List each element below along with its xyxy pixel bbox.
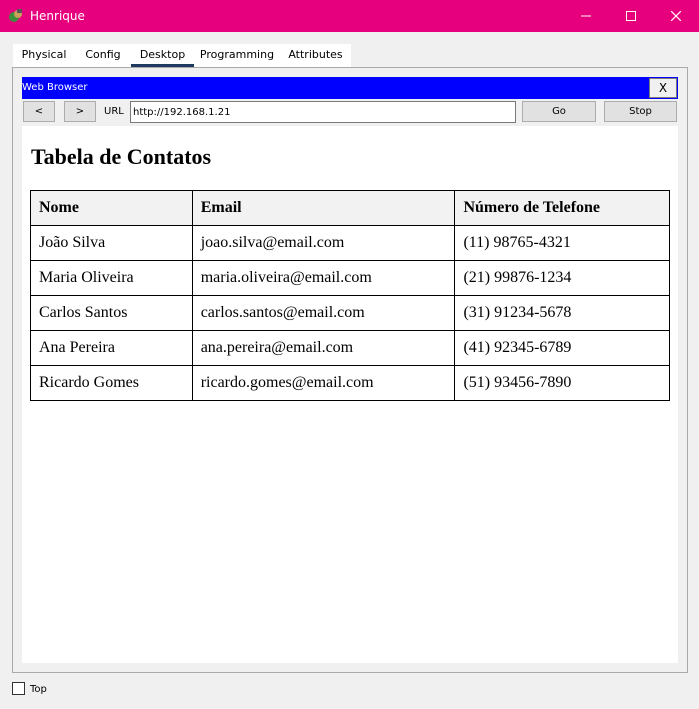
table-row: Carlos Santos carlos.santos@email.com (3… xyxy=(30,295,670,331)
header-name: Nome xyxy=(30,190,193,226)
tab-physical[interactable]: Physical xyxy=(13,44,75,67)
cell-email: ricardo.gomes@email.com xyxy=(191,365,456,401)
tab-config[interactable]: Config xyxy=(75,44,131,67)
top-checkbox[interactable] xyxy=(12,682,25,695)
table-row: Ricardo Gomes ricardo.gomes@email.com (5… xyxy=(30,365,670,401)
app-icon xyxy=(9,9,22,22)
cell-name: Maria Oliveira xyxy=(30,260,193,296)
cell-phone: (31) 91234-5678 xyxy=(454,295,670,331)
cell-name: João Silva xyxy=(30,225,193,261)
cell-email: joao.silva@email.com xyxy=(191,225,456,261)
back-button[interactable]: < xyxy=(23,101,55,122)
header-email: Email xyxy=(191,190,456,226)
page-heading: Tabela de Contatos xyxy=(31,144,212,169)
table-row: Ana Pereira ana.pereira@email.com (41) 9… xyxy=(30,330,670,366)
maximize-icon xyxy=(626,11,636,21)
close-button[interactable] xyxy=(653,0,699,32)
tab-bar: Physical Config Desktop Programming Attr… xyxy=(13,44,351,67)
forward-button[interactable]: > xyxy=(64,101,96,122)
tab-desktop[interactable]: Desktop xyxy=(131,44,194,67)
contacts-table: Nome Email Número de Telefone João Silva… xyxy=(30,190,670,401)
header-phone: Número de Telefone xyxy=(454,190,670,226)
minimize-icon xyxy=(581,15,591,17)
maximize-button[interactable] xyxy=(608,0,654,32)
minimize-button[interactable] xyxy=(563,0,609,32)
cell-phone: (11) 98765-4321 xyxy=(454,225,670,261)
table-header-row: Nome Email Número de Telefone xyxy=(30,190,670,226)
cell-name: Carlos Santos xyxy=(30,295,193,331)
cell-phone: (21) 99876-1234 xyxy=(454,260,670,296)
top-checkbox-label: Top xyxy=(30,684,47,695)
title-bar: Henrique xyxy=(0,0,699,32)
table-row: Maria Oliveira maria.oliveira@email.com … xyxy=(30,260,670,296)
cell-email: maria.oliveira@email.com xyxy=(191,260,456,296)
window-title: Henrique xyxy=(30,9,85,23)
cell-email: ana.pereira@email.com xyxy=(191,330,456,366)
browser-title: Web Browser xyxy=(22,82,88,93)
stop-button[interactable]: Stop xyxy=(604,101,677,122)
tab-programming[interactable]: Programming xyxy=(194,44,280,67)
tab-attributes[interactable]: Attributes xyxy=(280,44,351,67)
go-button[interactable]: Go xyxy=(522,101,596,122)
browser-viewport: Tabela de Contatos Nome Email Número de … xyxy=(22,126,678,663)
cell-phone: (51) 93456-7890 xyxy=(454,365,670,401)
cell-phone: (41) 92345-6789 xyxy=(454,330,670,366)
cell-name: Ana Pereira xyxy=(30,330,193,366)
url-input[interactable] xyxy=(130,101,516,123)
browser-title-bar: Web Browser X xyxy=(22,77,678,99)
close-icon xyxy=(671,11,681,21)
cell-name: Ricardo Gomes xyxy=(30,365,193,401)
table-row: João Silva joao.silva@email.com (11) 987… xyxy=(30,225,670,261)
browser-close-button[interactable]: X xyxy=(649,78,677,98)
cell-email: carlos.santos@email.com xyxy=(191,295,456,331)
url-label: URL xyxy=(104,106,124,117)
